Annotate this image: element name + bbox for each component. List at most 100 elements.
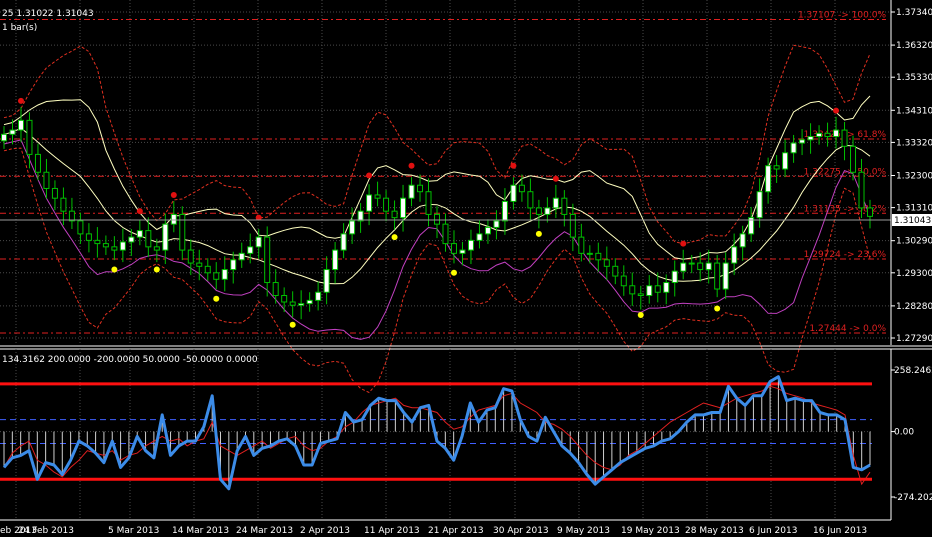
candle-body	[629, 285, 636, 295]
cci-tick-label: 0.00	[894, 428, 914, 438]
cci-tick-label: -274.2022	[894, 493, 932, 503]
candle-body	[238, 252, 245, 261]
time-tick-label: 6 Jun 2013	[749, 526, 797, 536]
price-tick-label: 1.29300	[896, 269, 932, 279]
time-axis: eb 201324 Feb 2013 5 Mar 2013 14 Mar 2013 2…	[0, 526, 867, 536]
time-tick-label: 19 May 2013	[621, 526, 680, 536]
candle-body	[680, 262, 687, 272]
time-tick-label: 5 Mar 2013	[108, 526, 159, 536]
signal-dot-yellow	[450, 269, 457, 276]
signal-dot-red	[833, 107, 840, 114]
time-tick-label: 30 Apr 2013	[493, 526, 549, 536]
price-tick-label: 1.33320	[896, 138, 932, 148]
price-tick-label: 1.37340	[896, 8, 932, 18]
candle-body	[94, 239, 101, 245]
candle-body	[374, 194, 381, 199]
candle-body	[705, 262, 712, 271]
candle-body	[26, 119, 33, 155]
time-tick-label: 21 Apr 2013	[428, 526, 484, 536]
chart-background	[0, 0, 932, 537]
candle-body	[595, 252, 602, 261]
time-tick-label: 9 May 2013	[557, 526, 610, 536]
candle-body	[408, 184, 415, 199]
candle-body	[833, 129, 840, 138]
candle-body	[637, 293, 644, 297]
candle-body	[77, 220, 84, 235]
candle-body	[332, 249, 339, 271]
candle-body	[867, 207, 873, 217]
candle-body	[450, 243, 457, 254]
signal-dot-red	[552, 175, 559, 182]
price-tick-label: 1.28280	[896, 302, 932, 312]
candle-body	[306, 299, 313, 305]
candle-body	[170, 213, 177, 225]
candle-body	[586, 252, 593, 255]
candle-body	[493, 220, 500, 228]
candle-body	[272, 282, 279, 297]
candle-body	[442, 223, 449, 245]
candle-body	[459, 249, 466, 254]
candle-body	[102, 243, 109, 248]
candle-body	[535, 207, 542, 215]
candle-body	[145, 230, 152, 248]
price-tick-label: 1.31310	[896, 204, 932, 214]
candle-body	[552, 197, 559, 209]
candle-body	[162, 223, 169, 251]
indicator-header: 134.3162 200.0000 -200.0000 50.0000 -50.…	[2, 355, 258, 365]
signal-dot-yellow	[637, 311, 644, 318]
candle-body	[128, 236, 135, 243]
candle-body	[646, 285, 653, 297]
signal-dot-red	[17, 97, 24, 104]
forex-chart: 1.37107 -> 100.0%1.33425 -> 61.8%1.32275…	[0, 0, 932, 537]
candle-body	[264, 236, 271, 284]
signal-dot-yellow	[111, 266, 118, 273]
candle-body	[315, 291, 322, 301]
candle-body	[782, 152, 789, 170]
candle-body	[816, 132, 823, 138]
signal-dot-yellow	[153, 266, 160, 273]
candle-body	[1, 133, 7, 142]
candle-body	[688, 262, 695, 265]
candle-body	[349, 220, 356, 235]
candle-body	[196, 262, 203, 267]
time-tick-label: 24 Mar 2013	[236, 526, 293, 536]
candle-body	[298, 303, 305, 306]
candle-body	[850, 145, 857, 173]
cci-tick-label: 258.2462	[894, 366, 932, 376]
price-tick-label: 1.30290	[896, 237, 932, 247]
candle-body	[799, 139, 806, 144]
candle-body	[484, 226, 491, 235]
signal-dot-red	[136, 208, 143, 215]
candle-body	[790, 142, 797, 154]
candle-body	[773, 165, 780, 170]
price-tick-label: 1.35330	[896, 73, 932, 83]
signal-dot-yellow	[289, 321, 296, 328]
candle-body	[476, 233, 483, 241]
candle-body	[281, 295, 288, 303]
time-tick-label: 28 May 2013	[685, 526, 744, 536]
bars-header: 1 bar(s)	[2, 23, 37, 33]
signal-dot-red	[366, 172, 373, 179]
candle-body	[213, 272, 220, 280]
candle-body	[671, 270, 678, 284]
candle-body	[841, 129, 848, 147]
candle-body	[417, 184, 424, 193]
candle-body	[111, 246, 118, 251]
candle-body	[425, 191, 432, 215]
candle-body	[153, 246, 160, 251]
candle-body	[654, 285, 661, 293]
fibo-label: 1.27444 -> 0.0%	[809, 324, 886, 334]
candle-body	[323, 269, 330, 293]
candle-body	[731, 246, 738, 264]
candle-body	[518, 184, 525, 193]
signal-dot-red	[680, 240, 687, 247]
signal-dot-red	[408, 162, 415, 169]
candle-body	[51, 187, 58, 199]
time-tick-label: 14 Mar 2013	[172, 526, 229, 536]
candle-body	[765, 165, 772, 193]
signal-dot-yellow	[213, 295, 220, 302]
candle-body	[578, 236, 585, 254]
signal-dot-yellow	[391, 234, 398, 241]
candle-body	[824, 132, 831, 138]
candle-body	[230, 259, 237, 271]
